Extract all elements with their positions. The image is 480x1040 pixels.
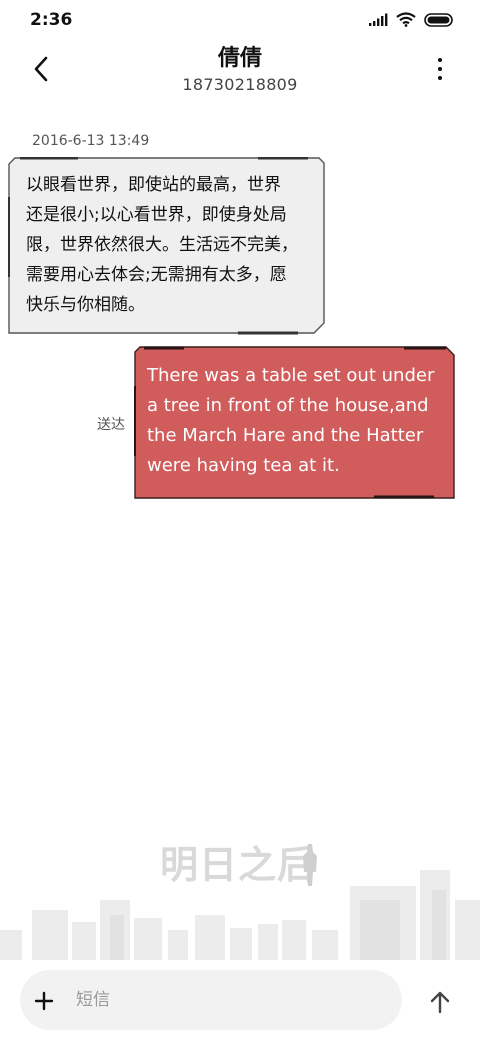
status-icons — [368, 12, 454, 27]
received-line: 以眼看世界，即使站的最高，世界 — [26, 175, 281, 195]
add-attachment-button[interactable] — [32, 989, 56, 1013]
delivery-status: 送达 — [97, 417, 125, 433]
send-button[interactable] — [426, 988, 454, 1016]
conversation-header: 倩倩 18730218809 — [0, 40, 480, 110]
contact-title: 倩倩 18730218809 — [0, 44, 480, 96]
received-message-text: 以眼看世界，即使站的最高，世界 还是很小;以心看世界，即使身处局 限，世界依然很… — [26, 170, 316, 320]
message-timestamp: 2016-6-13 13:49 — [32, 133, 150, 149]
received-line: 需要用心去体会;无需拥有太多，愿 — [26, 265, 287, 285]
arrow-up-icon — [430, 991, 450, 1014]
battery-icon — [424, 12, 453, 27]
sent-line: There was a table set out under — [147, 365, 435, 386]
city-skyline-decoration — [0, 870, 480, 960]
sent-message-text: There was a table set out under a tree i… — [147, 361, 447, 481]
sent-line: were having tea at it. — [147, 455, 340, 476]
contact-number: 18730218809 — [182, 75, 298, 94]
sms-input[interactable] — [76, 984, 376, 1016]
plus-icon — [34, 991, 54, 1011]
contact-name: 倩倩 — [217, 46, 262, 71]
received-line: 还是很小;以心看世界，即使身处局 — [26, 205, 287, 225]
sent-line: a tree in front of the house,and — [147, 395, 429, 416]
signal-icon — [369, 13, 388, 26]
received-line: 快乐与你相随。 — [26, 295, 145, 315]
more-vertical-icon — [438, 58, 442, 62]
status-bar: 2:36 — [0, 0, 480, 40]
received-line: 限，世界依然很大。生活远不完美， — [26, 235, 298, 255]
status-time: 2:36 — [30, 10, 73, 30]
wifi-icon — [396, 12, 416, 27]
sent-line: the March Hare and the Hatter — [147, 425, 424, 446]
more-options-button[interactable] — [428, 54, 452, 84]
